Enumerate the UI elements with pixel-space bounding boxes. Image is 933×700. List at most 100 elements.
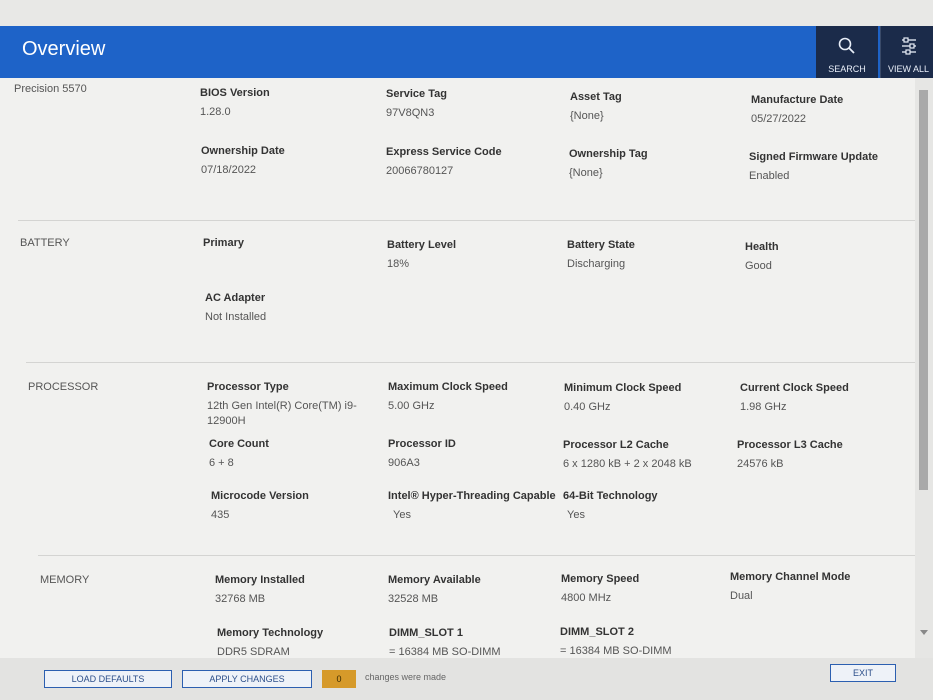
field-value: Enabled [749, 170, 790, 182]
field-service-tag: Service Tag 97V8QN3 [386, 88, 566, 121]
field-hyper-threading: Intel® Hyper-Threading Capable Yes [388, 490, 568, 523]
footer-bar: LOAD DEFAULTS APPLY CHANGES 0 changes we… [0, 658, 933, 700]
header-bar: Overview SEARCH VIEW ALL [0, 26, 933, 86]
field-label: AC Adapter [205, 292, 266, 304]
field-min-clock-speed: Minimum Clock Speed 0.40 GHz [564, 382, 744, 415]
field-label: Maximum Clock Speed [388, 381, 508, 393]
field-value: Good [745, 260, 772, 272]
field-max-clock-speed: Maximum Clock Speed 5.00 GHz [388, 381, 568, 414]
field-value: 0.40 GHz [564, 401, 611, 413]
scrollbar-thumb[interactable] [919, 90, 928, 490]
field-label: Memory Channel Mode [730, 571, 851, 583]
memory-section-label: MEMORY [40, 574, 90, 586]
field-value: DDR5 SDRAM [217, 646, 290, 658]
field-label: BIOS Version [200, 87, 270, 99]
overview-content: Precision 5570 BIOS Version 1.28.0 Servi… [0, 78, 915, 658]
field-label: Memory Available [388, 574, 481, 586]
field-l3-cache: Processor L3 Cache 24576 kB [737, 439, 897, 472]
field-label: Processor ID [388, 438, 456, 450]
field-label: DIMM_SLOT 2 [560, 626, 634, 638]
processor-section-label: PROCESSOR [28, 381, 99, 393]
section-divider [18, 220, 915, 221]
field-label: Current Clock Speed [740, 382, 849, 394]
field-manufacture-date: Manufacture Date 05/27/2022 [751, 94, 931, 127]
field-value: 32768 MB [215, 593, 266, 605]
field-value: 1.98 GHz [740, 401, 787, 413]
field-label: Battery State [567, 239, 635, 251]
field-dimm-slot-2: DIMM_SLOT 2 = 16384 MB SO-DIMM [560, 626, 740, 658]
search-button[interactable]: SEARCH [816, 26, 878, 86]
field-label: Memory Technology [217, 627, 324, 639]
field-ownership-date: Ownership Date 07/18/2022 [201, 145, 381, 178]
field-microcode-version: Microcode Version 435 [211, 490, 391, 523]
field-value: 18% [387, 258, 410, 270]
field-label: Express Service Code [386, 146, 502, 158]
field-label: Asset Tag [570, 91, 622, 103]
apply-changes-button[interactable]: APPLY CHANGES [182, 670, 312, 688]
field-value: 435 [211, 509, 230, 521]
vertical-scrollbar[interactable] [915, 78, 933, 658]
section-divider [38, 555, 915, 556]
field-value: 5.00 GHz [388, 400, 435, 412]
field-label: Manufacture Date [751, 94, 844, 106]
field-value: 20066780127 [386, 165, 454, 177]
field-value: 6 + 8 [209, 457, 234, 469]
field-label: Primary [203, 237, 244, 249]
changes-status-text: changes were made [365, 672, 447, 682]
field-label: Core Count [209, 438, 269, 450]
field-memory-available: Memory Available 32528 MB [388, 574, 568, 607]
field-label: Memory Speed [561, 573, 640, 585]
field-label: Ownership Tag [569, 148, 648, 160]
field-asset-tag: Asset Tag {None} [570, 91, 750, 124]
scroll-down-arrow-icon[interactable] [920, 630, 928, 635]
field-value: 4800 MHz [561, 592, 612, 604]
sliders-icon [901, 37, 916, 55]
field-label: Service Tag [386, 88, 447, 100]
field-value: Discharging [567, 258, 626, 270]
field-value: Yes [393, 509, 411, 521]
field-core-count: Core Count 6 + 8 [209, 438, 389, 471]
field-ownership-tag: Ownership Tag {None} [569, 148, 749, 181]
field-memory-speed: Memory Speed 4800 MHz [561, 573, 741, 606]
field-current-clock-speed: Current Clock Speed 1.98 GHz [740, 382, 900, 415]
field-battery-state: Battery State Discharging [567, 239, 747, 272]
search-icon [838, 37, 855, 54]
field-value: 07/18/2022 [201, 164, 257, 176]
field-label: Intel® Hyper-Threading Capable [388, 490, 556, 502]
field-value: Not Installed [205, 311, 267, 323]
field-signed-firmware-update: Signed Firmware Update Enabled [749, 151, 929, 184]
field-value: Yes [567, 509, 585, 521]
battery-section-label: BATTERY [20, 237, 70, 249]
top-bezel [0, 0, 933, 26]
field-label: Memory Installed [215, 574, 305, 586]
field-label: Health [745, 241, 779, 253]
field-label: Signed Firmware Update [749, 151, 878, 163]
field-processor-id: Processor ID 906A3 [388, 438, 568, 471]
field-value: 32528 MB [388, 593, 439, 605]
field-label: Minimum Clock Speed [564, 382, 682, 394]
field-label: Ownership Date [201, 145, 285, 157]
field-64bit-technology: 64-Bit Technology Yes [563, 490, 743, 523]
field-value: 1.28.0 [200, 106, 231, 118]
field-label: Processor L2 Cache [563, 439, 669, 451]
field-dimm-slot-1: DIMM_SLOT 1 = 16384 MB SO-DIMM [389, 627, 569, 658]
system-model: Precision 5570 [14, 83, 87, 95]
field-express-service-code: Express Service Code 20066780127 [386, 146, 566, 179]
field-memory-channel-mode: Memory Channel Mode Dual [730, 571, 910, 604]
field-memory-installed: Memory Installed 32768 MB [215, 574, 395, 607]
field-bios-version: BIOS Version 1.28.0 [200, 87, 380, 120]
field-label: DIMM_SLOT 1 [389, 627, 463, 639]
field-ac-adapter: AC Adapter Not Installed [205, 292, 385, 325]
exit-button[interactable]: EXIT [830, 664, 896, 682]
load-defaults-button[interactable]: LOAD DEFAULTS [44, 670, 172, 688]
field-l2-cache: Processor L2 Cache 6 x 1280 kB + 2 x 204… [563, 439, 743, 472]
field-value: 24576 kB [737, 458, 784, 470]
view-all-label: VIEW ALL [887, 64, 930, 74]
field-battery-health: Health Good [745, 241, 925, 274]
view-all-button[interactable]: VIEW ALL [880, 26, 933, 86]
field-value: 97V8QN3 [386, 107, 435, 119]
field-label: Battery Level [387, 239, 457, 251]
field-value: = 16384 MB SO-DIMM [389, 646, 501, 658]
field-label: Processor L3 Cache [737, 439, 843, 451]
field-battery-primary: Primary [203, 237, 383, 249]
